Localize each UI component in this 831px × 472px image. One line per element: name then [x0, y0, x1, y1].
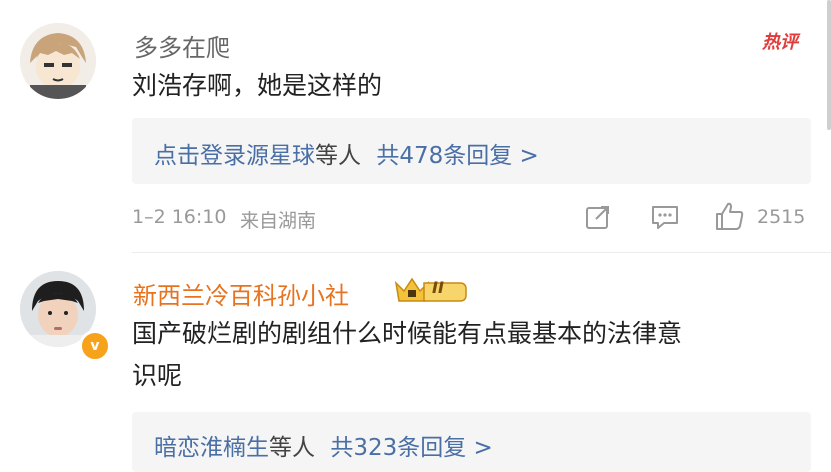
comment-location: 来自湖南: [240, 210, 317, 232]
comment-icon: [652, 206, 678, 229]
reply-summary[interactable]: 点击登录源星球等人 共478条回复 >: [132, 118, 811, 184]
crown-icon: [394, 277, 467, 302]
reply-user-link[interactable]: 暗恋淮楠生: [154, 435, 269, 461]
comment-time: 1–2 16:10: [132, 206, 227, 228]
hot-comment-badge: 热评: [762, 32, 798, 53]
vip-level: II: [432, 278, 444, 297]
comment-text-line: 识呢: [132, 361, 183, 390]
avatar-illustration: [20, 23, 96, 99]
reply-count-link[interactable]: 共478条回复 >: [376, 143, 538, 169]
divider: [132, 252, 831, 253]
comment-text-line: 国产破烂剧的剧组什么时候能有点最基本的法律意: [132, 319, 683, 348]
avatar[interactable]: [20, 23, 96, 99]
scrollbar[interactable]: [827, 0, 831, 130]
reply-others-label: 等人: [315, 143, 361, 169]
username[interactable]: 多多在爬: [134, 28, 230, 63]
reply-count-link[interactable]: 共323条回复 >: [330, 435, 492, 461]
username[interactable]: 新西兰冷百科孙小社: [133, 276, 349, 311]
verified-badge: v: [79, 330, 111, 362]
comment-button[interactable]: [650, 203, 680, 235]
like-button[interactable]: [714, 200, 746, 236]
share-icon: [586, 206, 609, 229]
comment-text: 刘浩存啊，她是这样的: [132, 71, 383, 100]
reply-summary[interactable]: 暗恋淮楠生等人 共323条回复 >: [132, 412, 811, 472]
reply-others-label: 等人: [269, 435, 315, 461]
reply-user-link[interactable]: 点击登录源星球: [154, 143, 315, 169]
thumbs-up-icon: [716, 202, 744, 230]
share-button[interactable]: [584, 203, 612, 235]
like-count: 2515: [757, 206, 806, 228]
vip-level-badge: II: [394, 275, 468, 307]
